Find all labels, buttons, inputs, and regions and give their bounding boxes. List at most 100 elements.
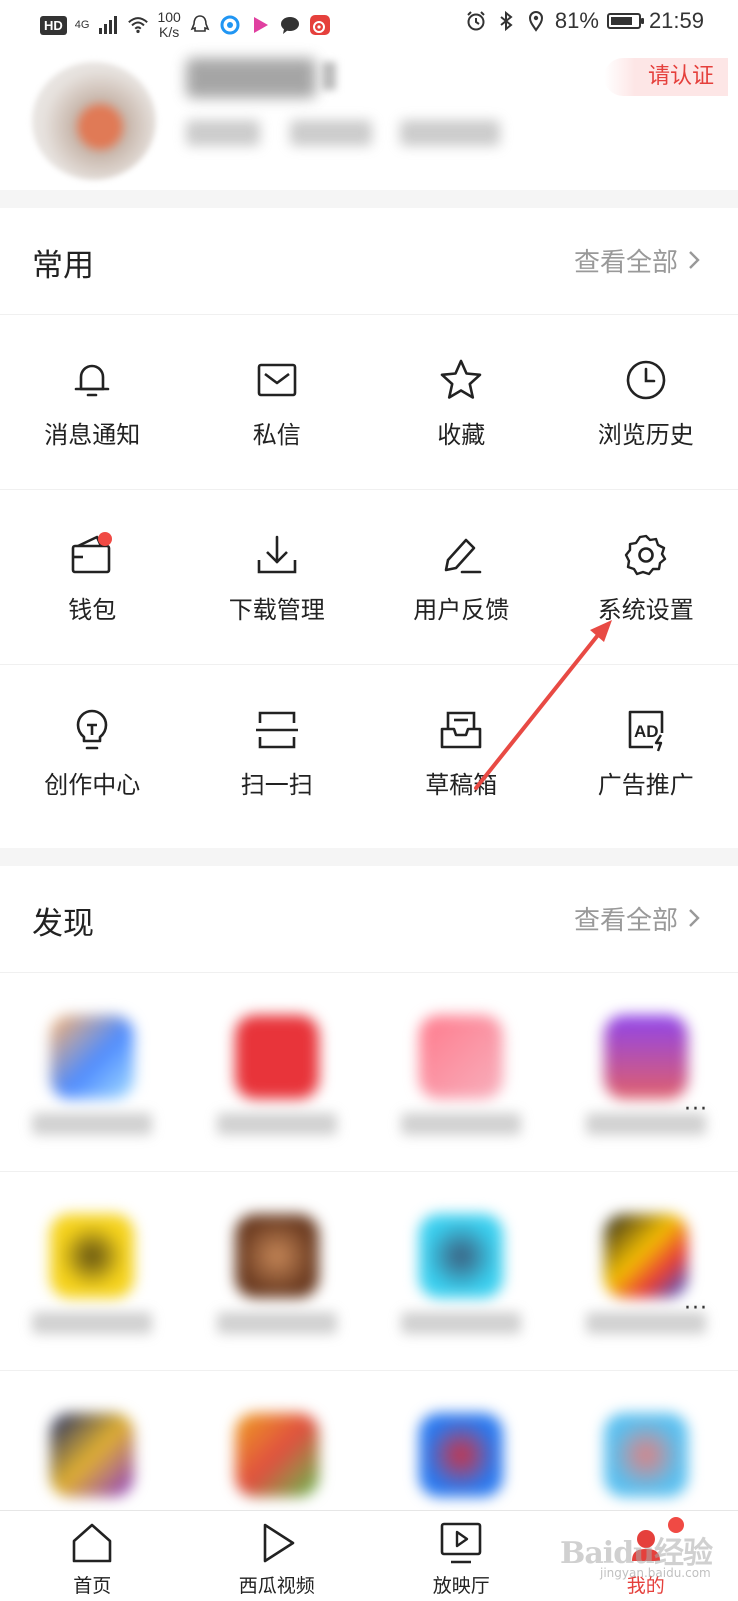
bluetooth-icon (495, 10, 517, 32)
app-label-blurred (32, 1312, 152, 1334)
ad-promotion-label: 广告推广 (554, 765, 738, 800)
discover-see-all[interactable]: 查看全部 (574, 900, 678, 937)
ad-promotion-button[interactable]: AD 广告推广 (554, 665, 738, 839)
app-icon-blurred (235, 1015, 319, 1099)
notifications-label: 消息通知 (0, 415, 185, 450)
discover-app-item[interactable] (369, 973, 554, 1171)
ad-icon: AD (623, 707, 669, 753)
weibo-icon (309, 14, 331, 36)
discover-app-item[interactable] (554, 1172, 738, 1370)
discover-app-item[interactable] (0, 1172, 185, 1370)
common-header: 常用 查看全部 (0, 208, 738, 315)
messages-button[interactable]: 私信 (185, 315, 370, 489)
profile-header[interactable]: 请认证 (0, 52, 738, 190)
chevron-right-icon[interactable] (680, 904, 708, 932)
history-button[interactable]: 浏览历史 (554, 315, 738, 489)
battery-icon (607, 13, 641, 29)
qq-icon (189, 14, 211, 36)
speed-value: 100 (157, 9, 180, 25)
app-icon-blurred (235, 1413, 319, 1497)
app-icon-blurred (235, 1214, 319, 1298)
clock-time: 21:59 (649, 8, 704, 34)
baidu-watermark-url: jingyan.baidu.com (600, 1566, 711, 1580)
mail-icon (254, 357, 300, 403)
notifications-button[interactable]: 消息通知 (0, 315, 185, 489)
app-icon-blurred (50, 1413, 134, 1497)
wallet-label: 钱包 (0, 590, 185, 625)
avatar[interactable] (32, 62, 156, 180)
video-play-icon (249, 14, 271, 36)
tab-xigua-video-label: 西瓜视频 (185, 1571, 370, 1598)
discover-section: 发现 查看全部 ··· ··· (0, 866, 738, 1510)
scan-label: 扫一扫 (185, 765, 370, 800)
drafts-label: 草稿箱 (369, 765, 554, 800)
username-blurred[interactable] (186, 58, 316, 98)
favorites-label: 收藏 (369, 415, 554, 450)
chat-icon (279, 14, 301, 36)
scan-button[interactable]: 扫一扫 (185, 665, 370, 839)
scan-icon (254, 707, 300, 753)
wifi-icon (127, 14, 149, 36)
speed-unit: K/s (159, 24, 179, 40)
app-icon-blurred (604, 1413, 688, 1497)
verify-button[interactable]: 请认证 (604, 58, 728, 96)
stat-blurred (400, 120, 500, 146)
favorites-button[interactable]: 收藏 (369, 315, 554, 489)
app-label-blurred (217, 1312, 337, 1334)
tab-home-label: 首页 (0, 1571, 185, 1598)
history-label: 浏览历史 (554, 415, 738, 450)
status-left: HD 4G 100 K/s (40, 10, 331, 40)
discover-header: 发现 查看全部 (0, 866, 738, 973)
profile-chevron-blurred (322, 62, 336, 90)
tab-theater[interactable]: 放映厅 (369, 1511, 554, 1601)
tv-icon (439, 1521, 483, 1565)
status-right: 81% 21:59 (465, 8, 704, 34)
discover-app-item[interactable] (554, 973, 738, 1171)
discover-app-row: ··· (0, 973, 738, 1172)
lightbulb-icon (69, 707, 115, 753)
status-bar: HD 4G 100 K/s 81% 21:59 (0, 0, 738, 52)
gear-icon (623, 532, 669, 578)
download-icon (254, 532, 300, 578)
discover-app-item[interactable] (185, 973, 370, 1171)
common-see-all[interactable]: 查看全部 (574, 242, 678, 279)
signal-icon (97, 14, 119, 36)
network-speed: 100 K/s (157, 10, 180, 40)
feedback-button[interactable]: 用户反馈 (369, 490, 554, 664)
browser-icon (219, 14, 241, 36)
chevron-right-icon[interactable] (680, 246, 708, 274)
wallet-button[interactable]: 钱包 (0, 490, 185, 664)
svg-text:AD: AD (634, 722, 659, 741)
more-dots-icon: ··· (684, 1097, 708, 1122)
common-section: 常用 查看全部 消息通知 私信 收藏 浏览历史 钱包 下载管理 (0, 208, 738, 848)
settings-button[interactable]: 系统设置 (554, 490, 738, 664)
stat-blurred (290, 120, 372, 146)
discover-app-item[interactable] (185, 1172, 370, 1370)
bell-icon (69, 357, 115, 403)
app-icon-blurred (50, 1214, 134, 1298)
drafts-button[interactable]: 草稿箱 (369, 665, 554, 839)
discover-title: 发现 (32, 898, 94, 943)
network-type: 4G (75, 19, 90, 31)
common-row: 创作中心 扫一扫 草稿箱 AD 广告推广 (0, 665, 738, 839)
downloads-button[interactable]: 下载管理 (185, 490, 370, 664)
home-icon (70, 1521, 114, 1565)
clock-icon (623, 357, 669, 403)
creator-center-button[interactable]: 创作中心 (0, 665, 185, 839)
feedback-label: 用户反馈 (369, 590, 554, 625)
app-icon-blurred (419, 1015, 503, 1099)
discover-app-item[interactable] (0, 973, 185, 1171)
drafts-icon (438, 707, 484, 753)
star-icon (438, 357, 484, 403)
app-icon-blurred (604, 1015, 688, 1099)
app-icon-blurred (50, 1015, 134, 1099)
tab-xigua-video[interactable]: 西瓜视频 (185, 1511, 370, 1601)
pen-icon (438, 532, 484, 578)
hd-badge: HD (40, 16, 67, 35)
play-icon (255, 1521, 299, 1565)
common-row: 消息通知 私信 收藏 浏览历史 (0, 315, 738, 490)
app-label-blurred (217, 1113, 337, 1135)
discover-app-item[interactable] (369, 1172, 554, 1370)
tab-home[interactable]: 首页 (0, 1511, 185, 1601)
messages-label: 私信 (185, 415, 370, 450)
